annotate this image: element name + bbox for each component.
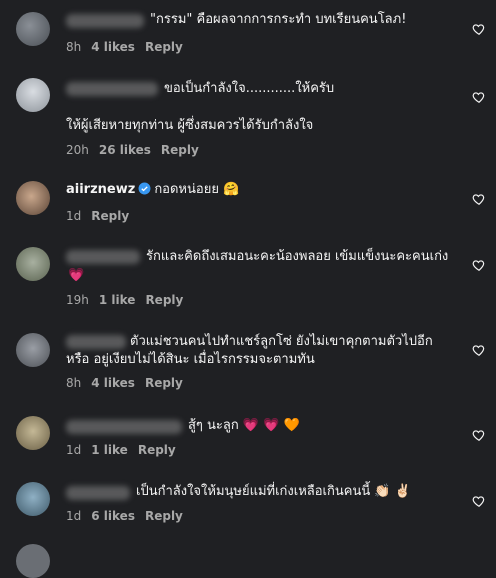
heart-icon[interactable] (472, 22, 486, 36)
comment-text: เป็นกำลังใจให้มนุษย์แม่ที่เก่งเหลือเกินค… (136, 481, 411, 503)
comment-meta: 8h 4 likes Reply (66, 376, 183, 390)
comment-text-line2: ให้ผู้เสียหายทุกท่าน ผู้ซึ่งสมควรได้รับก… (66, 118, 314, 133)
comment-meta: 8h 4 likes Reply (66, 40, 183, 54)
reply-button[interactable]: Reply (161, 143, 199, 157)
reply-button[interactable]: Reply (145, 509, 183, 523)
avatar[interactable] (16, 78, 50, 112)
avatar[interactable] (16, 181, 50, 215)
timestamp: 1d (66, 509, 82, 523)
timestamp: 8h (66, 376, 82, 390)
like-count[interactable]: 1 like (91, 443, 128, 457)
username[interactable]: aiirznewz (66, 182, 135, 197)
reply-button[interactable]: Reply (145, 376, 183, 390)
heart-emoji-icon: 💗 (68, 268, 85, 283)
timestamp: 20h (66, 143, 89, 157)
comment-meta: 1d 6 likes Reply (66, 509, 183, 523)
heart-icon[interactable] (472, 343, 486, 357)
avatar[interactable] (16, 544, 50, 578)
avatar[interactable] (16, 247, 50, 281)
heart-icon[interactable] (472, 258, 486, 272)
comment-meta: 20h 26 likes Reply (66, 143, 199, 157)
hearts-emoji-icon: 💗 💗 🧡 (242, 418, 300, 433)
username-blurred[interactable] (66, 486, 130, 500)
heart-icon[interactable] (472, 90, 486, 104)
like-count[interactable]: 1 like (99, 293, 136, 307)
username-blurred[interactable] (66, 82, 158, 96)
like-count[interactable]: 4 likes (91, 40, 135, 54)
comment-body: สู้ๆ นะลูก (188, 418, 239, 433)
comment-body: กอดหน่อยย (154, 182, 219, 197)
username-blurred[interactable] (66, 250, 140, 264)
reply-button[interactable]: Reply (138, 443, 176, 457)
comment-text: aiirznewz กอดหน่อยย 🤗 (66, 179, 239, 203)
avatar[interactable] (16, 333, 50, 367)
comment-text: "กรรม" คือผลจากการกระทำ บทเรียนคนโลภ! (150, 12, 407, 27)
avatar[interactable] (16, 12, 50, 46)
comment-body: เป็นกำลังใจให้มนุษย์แม่ที่เก่งเหลือเกินค… (136, 484, 371, 499)
timestamp: 19h (66, 293, 89, 307)
comment-meta: 19h 1 like Reply (66, 293, 183, 307)
like-count[interactable]: 6 likes (91, 509, 135, 523)
heart-icon[interactable] (472, 428, 486, 442)
username-blurred[interactable] (66, 420, 182, 434)
timestamp: 1d (66, 209, 82, 223)
like-count[interactable]: 26 likes (99, 143, 151, 157)
comment-meta: 1d Reply (66, 209, 129, 223)
username-blurred[interactable] (66, 14, 144, 28)
heart-icon[interactable] (472, 192, 486, 206)
comment-text: สู้ๆ นะลูก 💗 💗 🧡 (188, 415, 300, 437)
comment-text-line1: ขอเป็นกำลังใจ............ให้ครับ (164, 81, 335, 96)
heart-icon[interactable] (472, 494, 486, 508)
comment-text-line2: หรือ อยู่เงียบไม่ได้สินะ เมื่อไรกรรมจะตา… (66, 352, 315, 367)
comment-text-line1: รักและคิดถึงเสมอนะคะน้องพลอย เข้มแข็งนะค… (146, 249, 449, 264)
avatar[interactable] (16, 416, 50, 450)
timestamp: 1d (66, 443, 82, 457)
timestamp: 8h (66, 40, 82, 54)
reply-button[interactable]: Reply (145, 40, 183, 54)
verified-badge-icon (138, 181, 151, 203)
reply-button[interactable]: Reply (91, 209, 129, 223)
avatar[interactable] (16, 482, 50, 516)
comment-meta: 1d 1 like Reply (66, 443, 176, 457)
reply-button[interactable]: Reply (145, 293, 183, 307)
hug-emoji-icon: 🤗 (223, 182, 240, 197)
username-blurred[interactable] (66, 335, 126, 349)
like-count[interactable]: 4 likes (91, 376, 135, 390)
clap-peace-emoji-icon: 👏🏻 ✌🏻 (374, 484, 411, 499)
